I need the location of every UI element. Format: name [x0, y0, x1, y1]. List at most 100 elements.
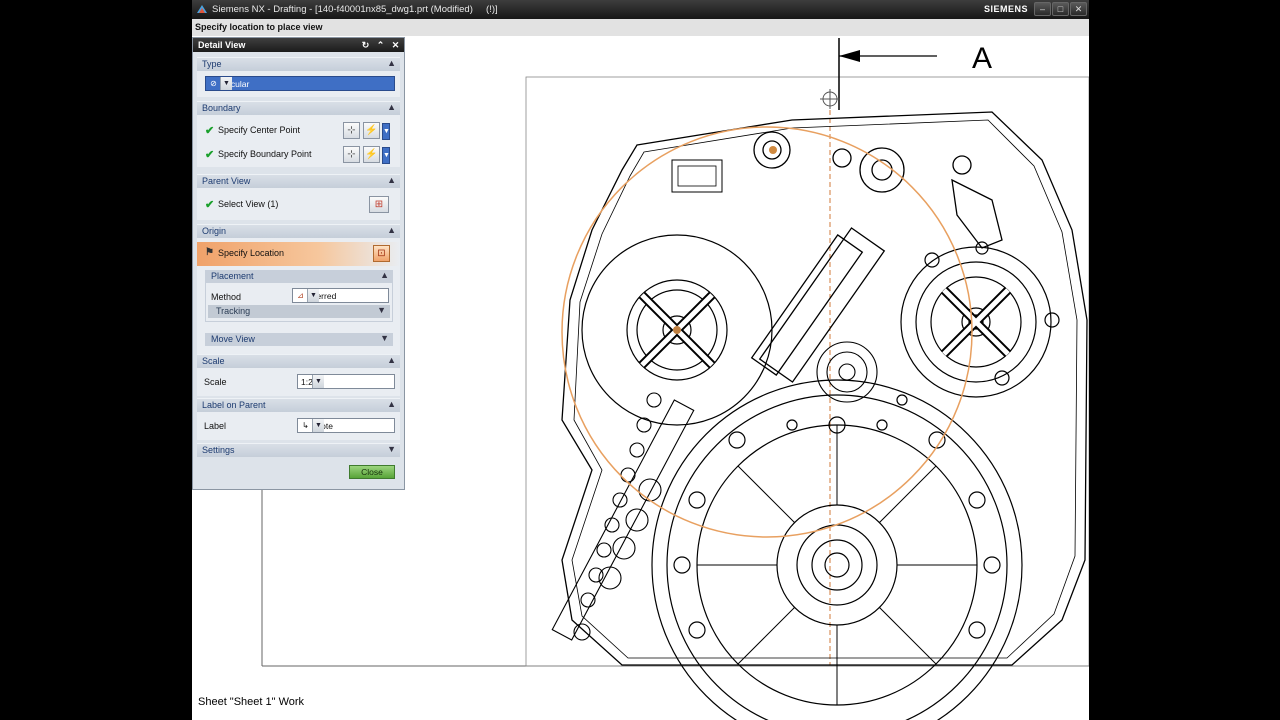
minimize-button[interactable]: – — [1034, 2, 1051, 16]
scale-group-header[interactable]: Scale ▲ — [197, 354, 400, 368]
point-dialog-button[interactable]: ⊹ — [343, 122, 360, 139]
boundary-point-label: Specify Boundary Point — [218, 149, 312, 159]
reset-icon: ↻ — [361, 40, 370, 50]
type-group-body: ⊘ Circular ▼ — [197, 71, 400, 97]
chevron-up-icon: ▲ — [387, 399, 396, 409]
center-point-label: Specify Center Point — [218, 125, 301, 135]
chevron-down-icon: ▼ — [312, 375, 324, 388]
type-group-header[interactable]: Type ▲ — [197, 57, 400, 71]
boundary-group-header[interactable]: Boundary ▲ — [197, 101, 400, 115]
point-type-dropdown[interactable]: ▼ — [382, 147, 390, 164]
left-gear-hub — [581, 234, 773, 426]
chevron-up-icon: ▲ — [387, 102, 396, 112]
label-on-parent-header: Label on Parent — [202, 400, 266, 410]
section-arrowhead — [839, 50, 860, 62]
origin-group-body: ⚑ Specify Location ⊡ Placement ▲ Method … — [197, 238, 400, 354]
right-gear-hub — [900, 241, 1060, 398]
placement-subgroup-body: Method ⊿ Inferred ▼ Tracking ▼ — [205, 282, 393, 322]
cue-line: Specify location to place view — [192, 19, 1089, 37]
point-type-dropdown[interactable]: ▼ — [382, 123, 390, 140]
boundary-header: Boundary — [202, 103, 241, 113]
chevron-up-icon: ▲ — [387, 58, 396, 68]
origin-group-header[interactable]: Origin ▲ — [197, 224, 400, 238]
specify-location-row[interactable]: ⚑ Specify Location ⊡ — [197, 242, 400, 266]
placement-subgroup-header[interactable]: Placement ▲ — [205, 270, 393, 282]
location-button[interactable]: ⊡ — [373, 245, 390, 262]
move-view-label: Move View — [211, 334, 255, 344]
chevron-up-icon: ▲ — [380, 270, 389, 280]
note-icon: ↳ — [302, 421, 309, 430]
dialog-title: Detail View — [198, 40, 246, 50]
center-point-row[interactable]: ✔ Specify Center Point ⊹ ⚡ ▼ — [197, 119, 400, 141]
boundary-point-row[interactable]: ✔ Specify Boundary Point ⊹ ⚡ ▼ — [197, 143, 400, 165]
scale-group-body: Scale 1:2 ▼ — [197, 368, 400, 396]
chevron-down-icon: ▼ — [377, 305, 386, 315]
method-label: Method — [211, 292, 242, 302]
method-select[interactable]: ⊿ Inferred ▼ — [292, 288, 389, 303]
point-dialog-button[interactable]: ⊹ — [343, 146, 360, 163]
crosshair-cursor — [820, 89, 840, 109]
flag-icon: ⚑ — [205, 247, 214, 258]
chevron-up-icon: ▲ — [387, 225, 396, 235]
type-header: Type — [202, 59, 222, 69]
boundary-group-body: ✔ Specify Center Point ⊹ ⚡ ▼ ✔ Specify B… — [197, 115, 400, 167]
settings-header: Settings — [202, 445, 235, 455]
chevron-down-icon: ▼ — [383, 152, 390, 159]
snap-point-icon: ⚡ — [365, 149, 378, 160]
status-line: Sheet "Sheet 1" Work — [198, 696, 305, 708]
chevron-up-icon: ▲ — [387, 175, 396, 185]
parent-view-group-header[interactable]: Parent View ▲ — [197, 174, 400, 188]
snap-point-button[interactable]: ⚡ — [363, 146, 380, 163]
chevron-up-icon: ▲ — [387, 355, 396, 365]
minimize-icon: – — [1039, 4, 1045, 14]
placement-header: Placement — [211, 271, 254, 281]
label-select[interactable]: ↳ Note ▼ — [297, 418, 395, 433]
boundary-center-marker — [769, 146, 777, 154]
specify-location-label: Specify Location — [218, 248, 285, 258]
label-on-parent-group-header[interactable]: Label on Parent ▲ — [197, 398, 400, 412]
scale-header: Scale — [202, 356, 225, 366]
check-icon: ✔ — [205, 125, 215, 137]
cue-text: Specify location to place view — [195, 22, 323, 32]
select-view-button[interactable]: ⊞ — [369, 196, 389, 213]
select-view-row[interactable]: ✔ Select View (1) ⊞ — [197, 193, 400, 215]
title-bar: Siemens NX - Drafting - [140-f40001nx85_… — [192, 0, 1089, 19]
chevron-down-icon: ▼ — [387, 444, 396, 454]
center-spline-gear — [816, 341, 878, 403]
gearbox-housing — [561, 111, 1088, 666]
label-label: Label — [204, 421, 227, 431]
close-icon: ✕ — [1074, 4, 1083, 14]
close-window-button[interactable]: ✕ — [1070, 2, 1087, 16]
origin-header: Origin — [202, 226, 227, 236]
chevron-down-icon: ▼ — [380, 333, 389, 343]
snap-point-button[interactable]: ⚡ — [363, 122, 380, 139]
section-label: A — [972, 42, 992, 75]
location-icon: ⊡ — [377, 248, 386, 259]
dialog-close-button[interactable]: ✕ — [389, 39, 402, 51]
circular-icon: ⊘ — [210, 79, 217, 88]
tracking-subgroup-header[interactable]: Tracking ▼ — [208, 305, 390, 318]
hydraulic-fittings — [551, 392, 695, 641]
select-view-label: Select View (1) — [218, 199, 279, 209]
maximize-button[interactable]: □ — [1052, 2, 1069, 16]
parent-view-header: Parent View — [202, 176, 251, 186]
scale-select[interactable]: 1:2 ▼ — [297, 374, 395, 389]
parent-view-group-body: ✔ Select View (1) ⊞ — [197, 188, 400, 220]
close-button[interactable]: Close — [349, 465, 395, 479]
window-title: Siemens NX - Drafting - [140-f40001nx85_… — [212, 4, 498, 15]
collapse-button[interactable]: ⌃ — [374, 39, 387, 51]
check-icon: ✔ — [205, 149, 215, 161]
move-view-subgroup-header[interactable]: Move View ▼ — [205, 333, 393, 346]
tracking-label: Tracking — [216, 306, 251, 316]
inferred-icon: ⊿ — [297, 291, 304, 300]
point-icon: ⊹ — [347, 125, 356, 136]
view-select-icon: ⊞ — [374, 199, 384, 210]
scale-label: Scale — [204, 377, 227, 387]
reset-button[interactable]: ↻ — [359, 39, 372, 51]
detail-boundary-circle[interactable] — [561, 126, 973, 538]
maximize-icon: □ — [1057, 4, 1064, 14]
settings-group-header[interactable]: Settings ▼ — [197, 443, 400, 457]
chevron-down-icon: ▼ — [383, 128, 390, 135]
flywheel-housing — [651, 379, 1023, 720]
type-select[interactable]: ⊘ Circular ▼ — [205, 76, 395, 91]
